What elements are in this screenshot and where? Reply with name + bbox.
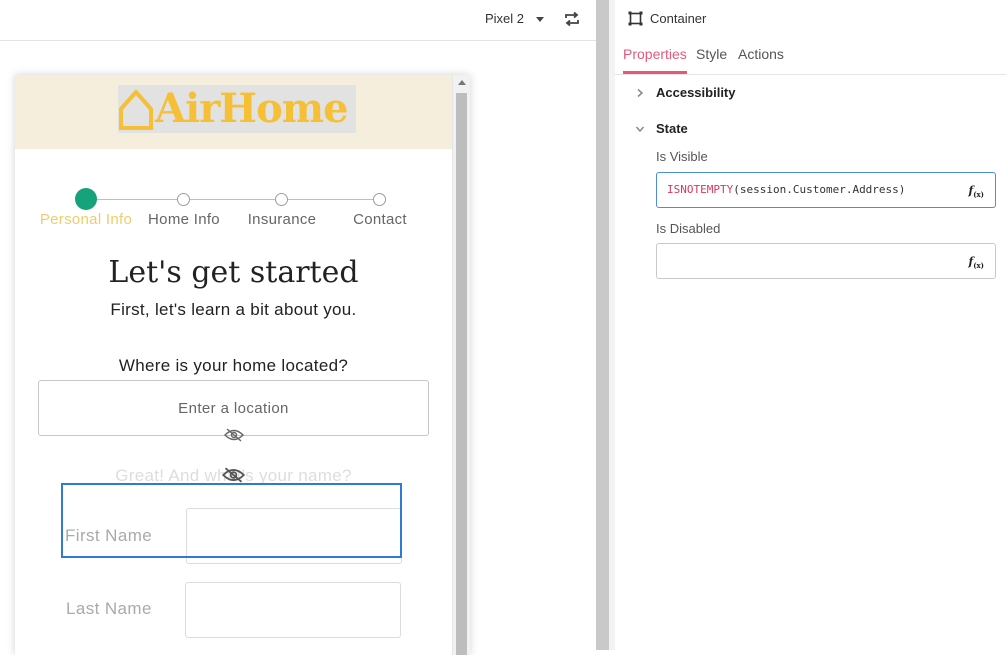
section-state[interactable]: State xyxy=(635,121,688,136)
app-header: AirHome xyxy=(15,75,452,149)
section-state-label: State xyxy=(656,121,688,136)
first-name-input[interactable] xyxy=(186,508,402,564)
formula-icon[interactable]: f(x) xyxy=(968,255,984,270)
chevron-down-icon xyxy=(635,126,645,132)
section-accessibility[interactable]: Accessibility xyxy=(635,85,736,100)
container-icon xyxy=(628,11,643,26)
tab-style[interactable]: Style xyxy=(696,46,727,71)
device-preview: AirHome Personal Info Home Info Insuranc… xyxy=(15,75,470,655)
page-subtitle: First, let's learn a bit about you. xyxy=(110,300,357,319)
chevron-right-icon xyxy=(637,88,644,97)
last-name-label: Last Name xyxy=(66,599,152,618)
preview-scrollbar[interactable] xyxy=(452,75,470,655)
step-label-contact[interactable]: Contact xyxy=(325,211,435,228)
page-title: Let's get started xyxy=(108,255,359,290)
component-name: Container xyxy=(650,11,707,26)
caret-down-icon xyxy=(536,16,545,22)
device-select[interactable]: Pixel 2 xyxy=(485,11,545,26)
last-name-input[interactable] xyxy=(185,582,401,638)
step-dot-insurance[interactable] xyxy=(275,193,288,206)
panel-resize-handle[interactable] xyxy=(596,0,610,650)
eye-off-icon xyxy=(222,467,245,483)
house-icon xyxy=(119,88,153,130)
is-visible-label: Is Visible xyxy=(656,149,708,164)
brand-name: AirHome xyxy=(155,85,349,132)
panel-tabs: Properties Style Actions xyxy=(615,40,1006,75)
rotate-device-icon[interactable] xyxy=(563,10,581,28)
step-dot-home-info[interactable] xyxy=(177,193,190,206)
is-visible-expression: ISNOTEMPTY(session.Customer.Address) xyxy=(667,183,905,196)
eye-off-icon xyxy=(224,428,244,442)
tab-actions[interactable]: Actions xyxy=(738,46,784,71)
properties-panel: Container Properties Style Actions Acces… xyxy=(615,0,1006,650)
location-question: Where is your home located? xyxy=(118,356,349,375)
scrollbar-thumb[interactable] xyxy=(456,93,467,655)
expression-args: (session.Customer.Address) xyxy=(733,183,906,196)
step-label-insurance[interactable]: Insurance xyxy=(227,211,337,228)
formula-icon[interactable]: f(x) xyxy=(968,184,984,199)
is-disabled-expression-field[interactable]: f(x) xyxy=(656,243,996,279)
step-label-personal-info[interactable]: Personal Info xyxy=(31,211,141,228)
brand-logo[interactable]: AirHome xyxy=(118,85,356,133)
stepper-track xyxy=(87,199,380,200)
design-canvas: Pixel 2 AirHome Personal Info Home Info xyxy=(0,0,596,655)
is-disabled-label: Is Disabled xyxy=(656,221,721,236)
section-accessibility-label: Accessibility xyxy=(656,85,736,100)
device-select-value: Pixel 2 xyxy=(485,11,525,26)
scroll-up-icon[interactable] xyxy=(458,80,466,85)
expression-function: ISNOTEMPTY xyxy=(667,183,734,196)
step-label-home-info[interactable]: Home Info xyxy=(129,211,239,228)
is-visible-expression-field[interactable]: ISNOTEMPTY(session.Customer.Address) f(x… xyxy=(656,172,996,208)
first-name-label: First Name xyxy=(65,526,153,545)
step-dot-personal-info[interactable] xyxy=(75,188,97,210)
selected-component-header: Container xyxy=(628,11,706,26)
canvas-toolbar: Pixel 2 xyxy=(0,0,596,41)
step-dot-contact[interactable] xyxy=(373,193,386,206)
tab-properties[interactable]: Properties xyxy=(623,46,687,74)
